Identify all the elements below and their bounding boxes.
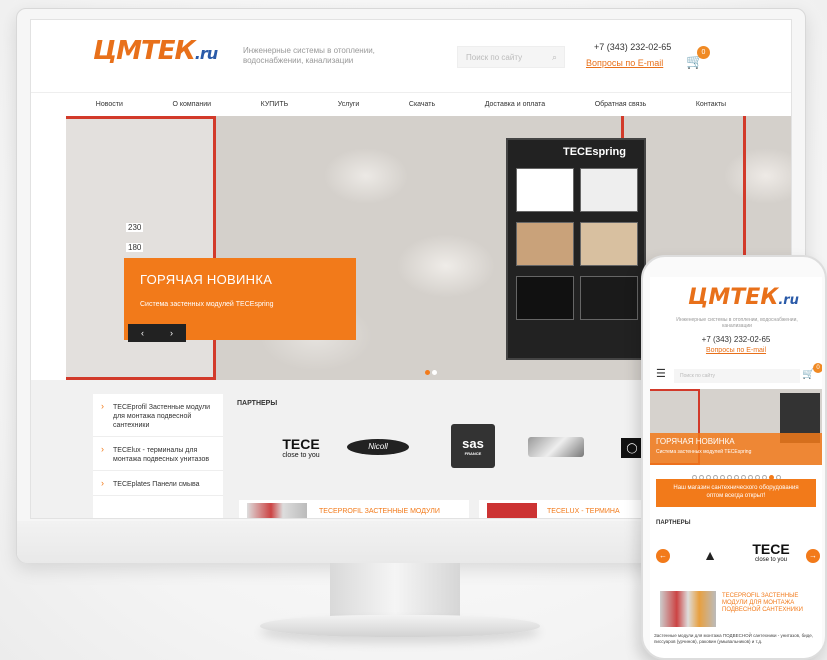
site-logo[interactable]: ЦМТЕК.ru	[93, 36, 218, 66]
hero-subtitle: Система застенных модулей TECEspring	[140, 301, 274, 308]
dimension-label: 180	[126, 243, 144, 252]
flush-plate-white	[580, 168, 638, 212]
nav-item-news[interactable]: Новости	[96, 101, 123, 108]
flush-plate-gold	[580, 222, 638, 266]
search-icon[interactable]: ⌕	[552, 52, 557, 63]
flush-plate-white	[516, 168, 574, 212]
product-thumbnail	[660, 591, 716, 627]
nav-item-buy[interactable]: КУПИТЬ	[261, 101, 289, 108]
product-card-title: TECEPROFIL ЗАСТЕННЫЕ МОДУЛИ	[319, 508, 440, 515]
mobile-phone-number: +7 (343) 232-02-65	[701, 335, 771, 344]
site-header: ЦМТЕК.ru Инженерные системы в отоплении,…	[31, 20, 791, 92]
product-brand-label: TECEspring	[563, 146, 626, 158]
partner-logo-sas[interactable]: sas FRANCE	[451, 424, 495, 468]
sidebar-item[interactable]: TECElux - терминалы для монтажа подвесны…	[93, 437, 223, 471]
sidebar-item[interactable]: TECEprofil Застенные модули для монтажа …	[93, 394, 223, 437]
product-card-title: TECELUX - ТЕРМИНА	[547, 508, 620, 515]
mobile-store-banner[interactable]: Наш магазин сантехнического оборудования…	[656, 479, 816, 507]
search-input[interactable]: Поиск по сайту ⌕	[457, 46, 565, 68]
mobile-email-link[interactable]: Вопросы по E-mail	[650, 347, 822, 354]
mobile-screen: ЦМТЕК.ru Инженерные системы в отоплении,…	[650, 277, 822, 658]
main-nav: Новости О компании КУПИТЬ Услуги Скачать…	[31, 92, 791, 116]
partners-heading: ПАРТНЕРЫ	[237, 400, 278, 407]
product-card[interactable]: TECEPROFIL ЗАСТЕННЫЕ МОДУЛИ	[239, 500, 469, 518]
product-thumbnail	[247, 503, 307, 518]
nav-item-contacts[interactable]: Контакты	[696, 101, 726, 108]
mobile-partners-next-button[interactable]: →	[806, 549, 820, 563]
dimension-label: 230	[126, 223, 144, 232]
mobile-partners-heading: ПАРТНЕРЫ	[656, 520, 691, 526]
nav-item-download[interactable]: Скачать	[409, 101, 435, 108]
partner-logo-nicoll[interactable]: Nicoll	[343, 428, 413, 466]
flush-panel-display: TECEspring	[506, 138, 646, 360]
mobile-hero-title: ГОРЯЧАЯ НОВИНКА	[656, 437, 735, 446]
partner-logo[interactable]: ▲	[690, 541, 730, 569]
slider-dots	[425, 362, 439, 380]
catalog-sidebar: TECEprofil Застенные модули для монтажа …	[93, 394, 223, 518]
mobile-search-input[interactable]: Поиск по сайту	[674, 369, 800, 383]
partner-logo[interactable]: ◯	[621, 438, 643, 458]
nav-item-about[interactable]: О компании	[172, 101, 211, 108]
mobile-product-card[interactable]: TECEPROFIL ЗАСТЕННЫЕ МОДУЛИ ДЛЯ МОНТАЖА …	[656, 589, 816, 629]
partner-logo-tece[interactable]: TECE close to you	[271, 428, 331, 466]
phone-number: +7 (343) 232-02-65	[594, 42, 672, 52]
product-thumbnail	[487, 503, 537, 518]
flush-plate-black	[516, 276, 574, 320]
partner-logo-tece[interactable]: TECE close to you	[746, 541, 796, 569]
slider-dot[interactable]	[432, 370, 437, 375]
mobile-site-logo[interactable]: ЦМТЕК.ru	[688, 285, 799, 310]
monitor-stand-neck	[330, 563, 460, 618]
sidebar-item[interactable]: TECEplates Панели смыва	[93, 471, 223, 496]
slider-prev-button[interactable]: ‹	[141, 328, 144, 338]
cart-count-badge: 0	[697, 46, 710, 59]
mobile-product-title: TECEPROFIL ЗАСТЕННЫЕ МОДУЛИ ДЛЯ МОНТАЖА …	[722, 593, 803, 613]
mobile-hero-slider[interactable]: ГОРЯЧАЯ НОВИНКА Система застенных модуле…	[650, 389, 822, 465]
email-question-link[interactable]: Вопросы по E-mail	[586, 58, 663, 68]
mobile-hero-subtitle: Система застенных модулей TECEspring	[656, 449, 752, 455]
monitor-stand-base	[260, 615, 540, 637]
partner-logo[interactable]	[526, 428, 586, 466]
site-tagline: Инженерные системы в отоплении, водоснаб…	[243, 46, 375, 65]
mobile-cart-badge: 0	[813, 363, 822, 373]
mobile-tagline: Инженерные системы в отоплении, водоснаб…	[676, 317, 798, 329]
slider-arrows: ‹ ›	[128, 324, 186, 342]
hamburger-menu-icon[interactable]: ☰	[656, 367, 666, 380]
mobile-phone: ЦМТЕК.ru Инженерные системы в отоплении,…	[641, 255, 827, 660]
mobile-product-description: Застенные модули для монтажа ПОДВЕСНОЙ с…	[654, 633, 814, 644]
slider-next-button[interactable]: ›	[170, 328, 173, 338]
mobile-partners-prev-button[interactable]: ←	[656, 549, 670, 563]
mobile-hero-caption: ГОРЯЧАЯ НОВИНКА Система застенных модуле…	[650, 433, 822, 465]
slider-dot[interactable]	[425, 370, 430, 375]
nav-item-delivery[interactable]: Доставка и оплата	[485, 101, 545, 108]
flush-plate-black	[580, 276, 638, 320]
mobile-cart-icon[interactable]: 🛒	[802, 369, 814, 380]
nav-item-feedback[interactable]: Обратная связь	[595, 101, 647, 108]
showcase-stage: ЦМТЕК.ru Инженерные системы в отоплении,…	[0, 0, 827, 660]
flush-plate-gold	[516, 222, 574, 266]
hero-title: ГОРЯЧАЯ НОВИНКА	[140, 272, 273, 287]
nav-item-services[interactable]: Услуги	[338, 101, 360, 108]
